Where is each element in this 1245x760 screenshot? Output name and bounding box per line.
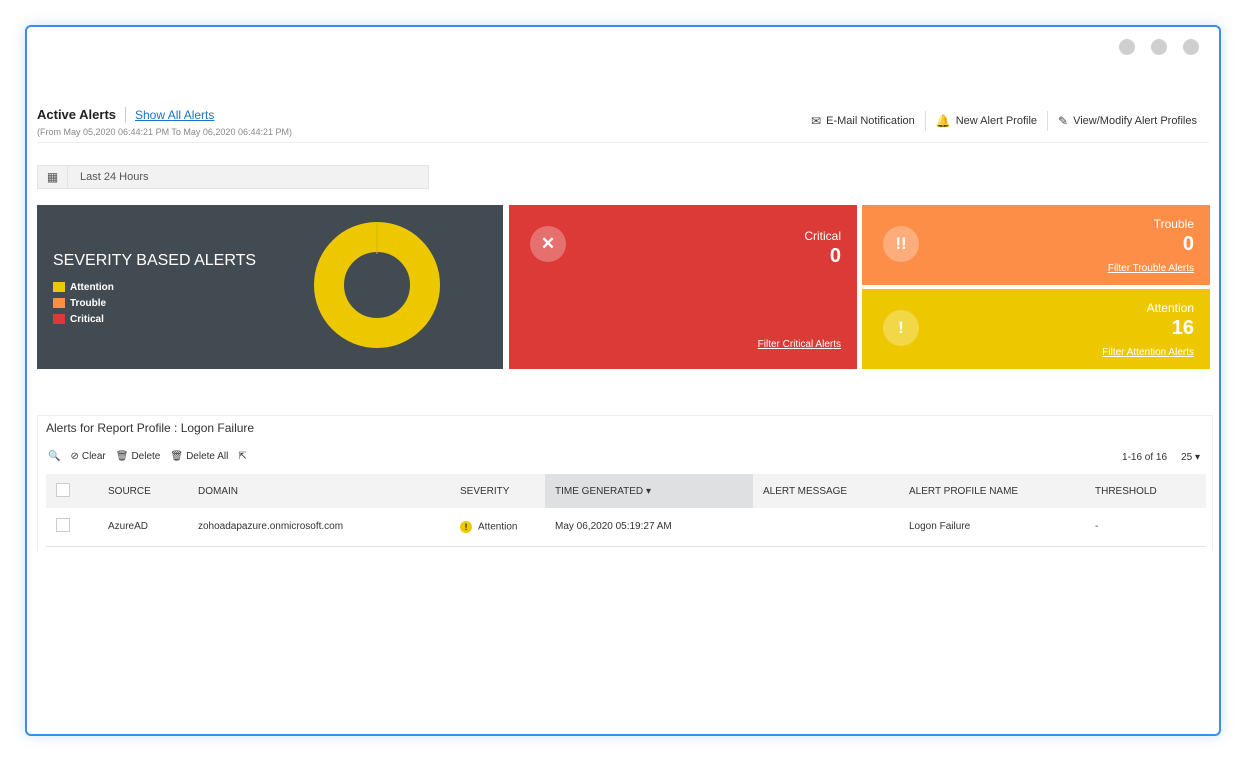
trouble-count: 0 <box>1182 233 1194 255</box>
cell-domain: zohoadapazure.onmicrosoft.com <box>188 508 450 547</box>
filter-trouble-alerts-link[interactable]: Filter Trouble Alerts <box>1108 263 1194 274</box>
header-actions: ✉ E-Mail Notification 🔔 New Alert Profil… <box>801 111 1207 131</box>
clear-button[interactable]: ⊘ Clear <box>70 451 105 462</box>
email-notification-button[interactable]: ✉ E-Mail Notification <box>801 111 925 131</box>
severity-donut-chart[interactable] <box>313 221 441 349</box>
page-range: 1-16 of 16 <box>1122 452 1168 463</box>
email-notification-label: E-Mail Notification <box>826 115 915 127</box>
attention-card-name: Attention <box>1146 301 1194 315</box>
warning-icon: ! <box>460 520 472 533</box>
new-alert-profile-button[interactable]: 🔔 New Alert Profile <box>924 111 1047 131</box>
app-window: Active Alerts Show All Alerts (From May … <box>25 25 1221 736</box>
window-dot[interactable] <box>1151 39 1167 55</box>
page-size-select[interactable]: 25 ▾ <box>1181 452 1200 463</box>
cell-severity: ! Attention <box>450 508 545 547</box>
legend-label: Trouble <box>70 297 107 309</box>
attention-card: ! Attention 16 Filter Attention Alerts <box>862 289 1210 369</box>
export-icon[interactable]: ⇱ <box>238 451 246 462</box>
column-header-time-generated[interactable]: TIME GENERATED ▾ <box>545 474 753 508</box>
alerts-table: SOURCE DOMAIN SEVERITY TIME GENERATED ▾ … <box>46 474 1206 547</box>
new-profile-icon: 🔔 <box>935 114 951 128</box>
table-title: Alerts for Report Profile : Logon Failur… <box>46 421 255 435</box>
window-dot[interactable] <box>1119 39 1135 55</box>
legend-swatch-trouble <box>53 298 65 308</box>
cell-threshold: - <box>1085 508 1206 547</box>
new-alert-profile-label: New Alert Profile <box>955 115 1038 127</box>
cell-alert-message <box>753 508 899 547</box>
view-modify-profiles-button[interactable]: ✎ View/Modify Alert Profiles <box>1047 111 1207 131</box>
table-row[interactable]: AzureAD zohoadapazure.onmicrosoft.com ! A… <box>46 508 1206 547</box>
severity-label: Attention <box>478 521 518 533</box>
sort-desc-icon: ▾ <box>645 485 651 497</box>
table-toolbar: 🔍 ⊘ Clear 🗑 Delete 🗑 Delete All ⇱ <box>48 451 247 462</box>
column-header-alert-message[interactable]: ALERT MESSAGE <box>753 474 899 508</box>
attention-count: 16 <box>1171 317 1194 339</box>
double-exclamation-icon: !! <box>883 226 919 262</box>
time-period-label: Last 24 Hours <box>80 171 149 183</box>
select-all-header <box>46 474 98 508</box>
severity-panel: SEVERITY BASED ALERTS Attention Trouble … <box>37 205 503 369</box>
show-all-alerts-link[interactable]: Show All Alerts <box>135 108 214 122</box>
legend-item-critical: Critical <box>53 311 114 327</box>
edit-icon: ✎ <box>1058 114 1069 128</box>
clear-label: Clear <box>81 451 106 462</box>
exclamation-icon: ! <box>883 310 919 346</box>
page-header: Active Alerts Show All Alerts (From May … <box>37 107 1209 143</box>
time-generated-label: TIME GENERATED <box>555 485 644 497</box>
time-period-selector[interactable]: ▦ Last 24 Hours <box>37 165 429 189</box>
cell-alert-profile-name: Logon Failure <box>899 508 1085 547</box>
critical-count: 0 <box>829 245 841 267</box>
delete-button[interactable]: 🗑 Delete <box>116 451 161 462</box>
row-select-cell <box>46 508 98 547</box>
pagination: 1-16 of 16 25 ▾ <box>1122 452 1200 463</box>
legend-label: Critical <box>70 313 104 325</box>
page-size-value: 25 <box>1181 452 1193 463</box>
select-all-checkbox[interactable] <box>56 482 70 497</box>
filter-attention-alerts-link[interactable]: Filter Attention Alerts <box>1102 347 1194 358</box>
search-icon[interactable]: 🔍 <box>48 451 60 462</box>
row-checkbox[interactable] <box>56 518 70 533</box>
column-header-alert-profile-name[interactable]: ALERT PROFILE NAME <box>899 474 1085 508</box>
window-controls <box>1119 39 1199 55</box>
divider <box>125 107 126 123</box>
column-header-severity[interactable]: SEVERITY <box>450 474 545 508</box>
legend-swatch-attention <box>53 282 65 292</box>
caret-down-icon: ▾ <box>1194 452 1200 463</box>
critical-card: ✕ Critical 0 Filter Critical Alerts <box>509 205 857 369</box>
column-header-source[interactable]: SOURCE <box>98 474 188 508</box>
severity-legend: Attention Trouble Critical <box>53 279 114 327</box>
clear-icon: ⊘ <box>70 451 79 462</box>
trash-icon: 🗑 <box>170 451 184 462</box>
delete-label: Delete <box>131 451 161 462</box>
trash-icon: 🗑 <box>115 451 129 462</box>
critical-card-name: Critical <box>804 229 841 243</box>
calendar-icon[interactable]: ▦ <box>38 166 68 188</box>
cell-source: AzureAD <box>98 508 188 547</box>
window-dot[interactable] <box>1183 39 1199 55</box>
trouble-card-name: Trouble <box>1153 217 1194 231</box>
filter-critical-alerts-link[interactable]: Filter Critical Alerts <box>758 339 841 350</box>
email-icon: ✉ <box>811 114 822 128</box>
trouble-card: !! Trouble 0 Filter Trouble Alerts <box>862 205 1210 285</box>
date-range-text: (From May 05,2020 06:44:21 PM To May 06,… <box>37 127 292 137</box>
legend-item-attention: Attention <box>53 279 114 295</box>
column-header-domain[interactable]: DOMAIN <box>188 474 450 508</box>
alerts-table-panel: Alerts for Report Profile : Logon Failur… <box>37 415 1213 551</box>
delete-all-label: Delete All <box>186 451 229 462</box>
delete-all-button[interactable]: 🗑 Delete All <box>170 451 228 462</box>
legend-swatch-critical <box>53 314 65 324</box>
view-modify-profiles-label: View/Modify Alert Profiles <box>1073 115 1197 127</box>
severity-panel-title: SEVERITY BASED ALERTS <box>53 252 257 269</box>
legend-label: Attention <box>70 281 114 293</box>
close-icon: ✕ <box>530 226 566 262</box>
table-header-row: SOURCE DOMAIN SEVERITY TIME GENERATED ▾ … <box>46 474 1206 508</box>
page-title: Active Alerts <box>37 107 116 122</box>
column-header-threshold[interactable]: THRESHOLD <box>1085 474 1206 508</box>
legend-item-trouble: Trouble <box>53 295 114 311</box>
cell-time-generated: May 06,2020 05:19:27 AM <box>545 508 753 547</box>
